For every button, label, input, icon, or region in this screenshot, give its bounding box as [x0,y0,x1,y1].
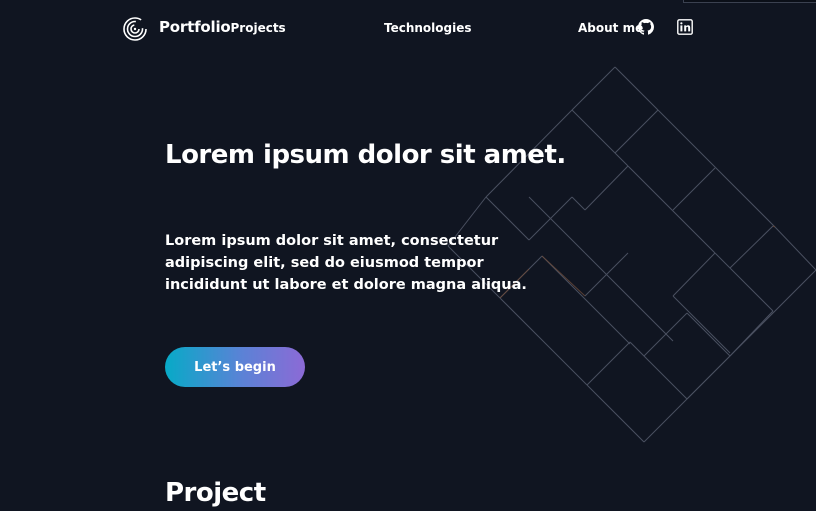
github-icon[interactable] [638,19,654,35]
hero-description: Lorem ipsum dolor sit amet, consectetur … [165,233,527,293]
linkedin-icon[interactable] [677,19,693,35]
hero-title: Lorem ipsum dolor sit amet. [165,140,566,170]
page: PortfolioProjects Technologies About me [0,0,816,511]
brand-name: Portfolio [159,18,231,36]
brand[interactable]: Portfolio Projects [159,18,286,36]
logo-spiral-icon[interactable] [122,16,148,42]
projects-link[interactable]: Projects [231,21,286,35]
nav-technologies-link[interactable]: Technologies [384,21,472,35]
project-section-title: Project [165,478,266,508]
top-nav: Portfolio Projects Technologies About me [0,0,816,56]
lets-begin-button[interactable]: Let’s begin [165,347,305,387]
nav-about-link[interactable]: About me [578,21,643,35]
